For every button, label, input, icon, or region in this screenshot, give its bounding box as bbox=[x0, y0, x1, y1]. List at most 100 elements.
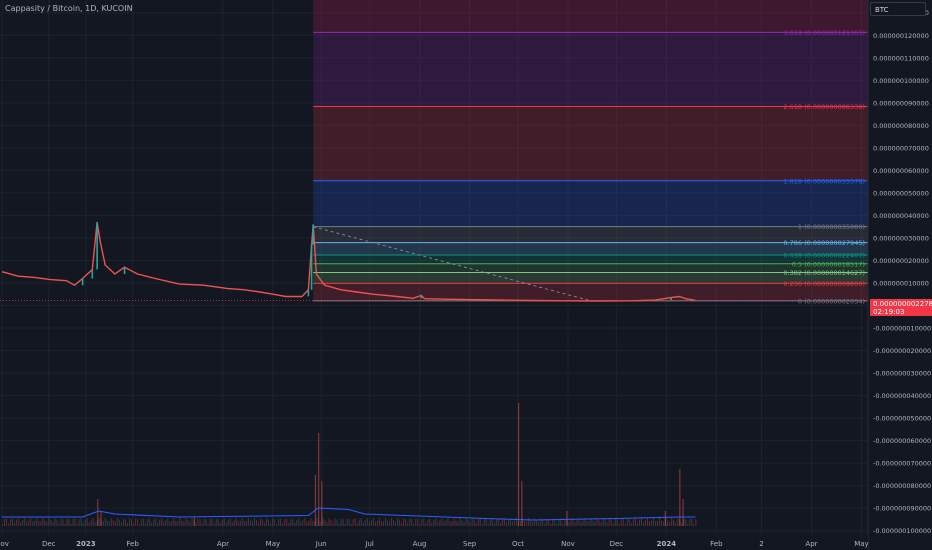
volume-bar bbox=[302, 520, 304, 526]
volume-bar bbox=[98, 518, 100, 526]
volume-bar bbox=[306, 521, 308, 526]
volume-bar bbox=[32, 521, 34, 526]
volume-bar bbox=[114, 521, 116, 526]
volume-bar bbox=[88, 522, 90, 526]
price-axis-label: 0.000000010000 bbox=[873, 279, 929, 287]
volume-bar bbox=[479, 519, 481, 526]
volume-bar bbox=[574, 522, 576, 526]
volume-bar bbox=[499, 522, 501, 526]
volume-bar bbox=[239, 520, 241, 526]
volume-bar bbox=[431, 522, 433, 526]
volume-bar bbox=[534, 518, 536, 526]
volume-bar bbox=[671, 518, 673, 526]
volume-bar bbox=[260, 518, 261, 526]
volume-bar bbox=[655, 521, 657, 526]
price-chart[interactable]: 0 (0.000000002034) 0.236 (0.000000009800)… bbox=[0, 0, 932, 550]
fib-level-label: 1.618 (0.000000055378) bbox=[783, 177, 865, 185]
volume-bar bbox=[30, 518, 32, 526]
volume-bar bbox=[437, 522, 439, 526]
volume-bar bbox=[268, 519, 270, 526]
volume-bar bbox=[389, 521, 390, 526]
volume-bar bbox=[642, 522, 644, 526]
time-axis-label: Dec bbox=[42, 540, 56, 548]
volume-bar bbox=[657, 520, 659, 526]
volume-bar bbox=[94, 521, 96, 526]
volume-bar bbox=[163, 521, 165, 526]
time-axis-label: 2024 bbox=[657, 540, 677, 548]
volume-bar bbox=[487, 523, 489, 526]
currency-label[interactable]: BTC bbox=[870, 2, 926, 16]
volume-bar bbox=[687, 523, 689, 526]
volume-bar bbox=[346, 518, 348, 526]
volume-bar bbox=[292, 518, 294, 526]
volume-bar bbox=[282, 523, 284, 526]
volume-bar bbox=[334, 518, 336, 526]
volume-bar bbox=[495, 519, 497, 526]
volume-bar bbox=[304, 518, 306, 526]
volume-bar bbox=[608, 518, 610, 526]
volume-bar bbox=[82, 522, 84, 526]
time-axis-label: Sep bbox=[463, 540, 477, 548]
volume-bar bbox=[568, 522, 570, 526]
volume-bar bbox=[360, 518, 362, 526]
volume-bar bbox=[16, 519, 18, 526]
volume-bar bbox=[411, 519, 413, 526]
time-axis-label: Oct bbox=[512, 540, 524, 548]
volume-bar bbox=[278, 518, 280, 526]
volume-bar bbox=[131, 519, 132, 526]
volume-bar bbox=[445, 520, 447, 526]
volume-bar bbox=[20, 522, 22, 526]
volume-bar bbox=[324, 520, 326, 526]
volume-bar bbox=[139, 523, 141, 526]
volume-spike bbox=[97, 499, 99, 526]
volume-bar bbox=[634, 518, 636, 526]
volume-bar bbox=[272, 518, 274, 526]
volume-bar bbox=[44, 520, 46, 526]
chart-container[interactable]: 0 (0.000000002034) 0.236 (0.000000009800)… bbox=[0, 0, 932, 550]
price-axis-label: 0.000000030000 bbox=[873, 234, 929, 242]
volume-bar bbox=[12, 518, 14, 526]
volume-bar bbox=[171, 520, 173, 526]
volume-bar bbox=[68, 518, 70, 526]
volume-bar bbox=[467, 519, 469, 526]
volume-bar bbox=[485, 518, 487, 526]
volume-bar bbox=[322, 518, 324, 526]
volume-bar bbox=[618, 523, 620, 526]
volume-bar bbox=[348, 518, 350, 526]
volume-bar bbox=[447, 518, 449, 526]
volume-bar bbox=[8, 523, 10, 526]
time-axis-label: May bbox=[854, 540, 868, 548]
price-axis-label: 0.000000120000 bbox=[873, 32, 929, 40]
volume-bar bbox=[231, 521, 233, 526]
volume-spike bbox=[314, 475, 317, 526]
volume-bar bbox=[330, 519, 332, 526]
price-axis-label: -0.000000090000 bbox=[873, 505, 931, 513]
volume-bar bbox=[580, 521, 582, 526]
volume-bar bbox=[280, 518, 282, 526]
volume-bar bbox=[538, 522, 540, 526]
price-axis-label: 0.000000070000 bbox=[873, 144, 929, 152]
volume-bar bbox=[286, 518, 288, 526]
volume-bar bbox=[513, 520, 515, 526]
volume-bar bbox=[647, 518, 648, 526]
volume-bar bbox=[463, 522, 465, 526]
volume-bar bbox=[243, 520, 245, 526]
volume-bar bbox=[685, 519, 687, 526]
volume-bar bbox=[469, 522, 471, 526]
volume-bar bbox=[264, 522, 266, 526]
volume-bar bbox=[118, 520, 120, 526]
volume-bar bbox=[183, 521, 185, 526]
volume-bar bbox=[42, 518, 44, 526]
volume-bar bbox=[473, 519, 475, 526]
volume-bar bbox=[219, 523, 221, 526]
fib-level-label: 0.382 (0.000000014627) bbox=[783, 269, 865, 277]
fib-band bbox=[313, 0, 868, 33]
volume-spike bbox=[318, 433, 320, 526]
volume-bar bbox=[403, 518, 405, 526]
volume-bar bbox=[695, 518, 697, 526]
volume-bar bbox=[177, 521, 179, 526]
volume-spike bbox=[100, 511, 102, 526]
volume-bar bbox=[528, 518, 530, 526]
volume-bar bbox=[393, 520, 395, 526]
volume-bar bbox=[372, 518, 374, 526]
